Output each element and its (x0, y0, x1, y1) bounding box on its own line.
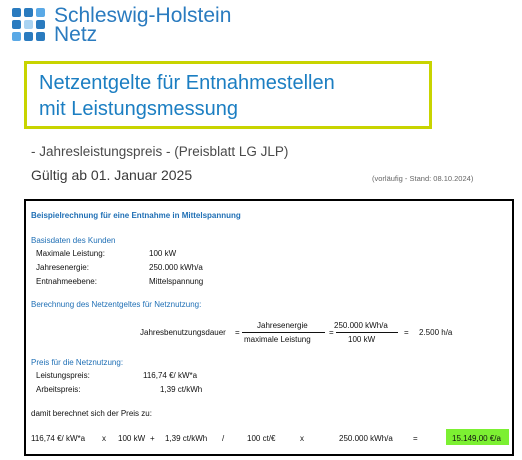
example-calculation-box: Beispielrechnung für eine Entnahme in Mi… (24, 199, 514, 456)
price-label-power: Leistungspreis: (36, 371, 90, 380)
status-note: (vorläufig - Stand: 08.10.2024) (372, 174, 474, 183)
base-label-level: Entnahmeebene: (36, 277, 97, 286)
formula-numerator-2: 250.000 kWh/a (334, 321, 388, 330)
result-total: 15.149,00 €/a (452, 434, 501, 443)
base-label-annual-energy: Jahresenergie: (36, 263, 89, 272)
price-value-power: 116,74 €/ kW*a (143, 371, 198, 380)
formula-equals-3: = (404, 328, 409, 337)
title-frame: Netzentgelte für Entnahmestellen mit Lei… (24, 61, 432, 129)
formula-lhs: Jahresbenutzungsdauer (140, 328, 226, 337)
result-op-divide: / (222, 434, 225, 443)
price-label-energy: Arbeitspreis: (36, 385, 81, 394)
formula-numerator-1: Jahresenergie (257, 321, 308, 330)
base-data-heading: Basisdaten des Kunden (31, 236, 116, 245)
formula-equals-2: = (329, 328, 334, 337)
result-op-times-2: x (300, 434, 304, 443)
base-value-annual-energy: 250.000 kWh/a (149, 263, 203, 272)
formula-equals-1: = (235, 328, 240, 337)
formula-result: 2.500 h/a (419, 328, 453, 337)
calc-heading: Berechnung des Netzentgeltes für Netznut… (31, 300, 202, 309)
result-op-equals: = (413, 434, 418, 443)
formula-denominator-2: 100 kW (348, 335, 376, 344)
fraction-bar-1 (242, 332, 325, 333)
result-op-times-1: x (102, 434, 106, 443)
base-value-level: Mittelspannung (149, 277, 204, 286)
validity-date: Gültig ab 01. Januar 2025 (31, 167, 193, 183)
result-term-ct-per-eur: 100 ct/€ (247, 434, 276, 443)
page-title-line1: Netzentgelte für Entnahmestellen (39, 72, 335, 94)
price-heading: Preis für die Netznutzung: (31, 358, 124, 367)
result-term-power: 100 kW (118, 434, 146, 443)
base-label-max-power: Maximale Leistung: (36, 249, 105, 258)
result-term-energy-price: 1,39 ct/kWh (165, 434, 208, 443)
result-term-energy: 250.000 kWh/a (339, 434, 393, 443)
logo-mark-icon (12, 8, 46, 42)
logo-text: Schleswig-Holstein Netz (54, 5, 231, 46)
base-value-max-power: 100 kW (149, 249, 177, 258)
brand-name-line2: Netz (54, 23, 98, 46)
page-title-line2: mit Leistungsmessung (39, 98, 238, 120)
result-intro: damit berechnet sich der Preis zu: (31, 409, 152, 418)
result-op-plus: + (150, 434, 155, 443)
result-term-power-price: 116,74 €/ kW*a (31, 434, 86, 443)
subtitle: - Jahresleistungspreis - (Preisblatt LG … (31, 144, 289, 159)
price-value-energy: 1,39 ct/kWh (160, 385, 203, 394)
formula-denominator-1: maximale Leistung (244, 335, 311, 344)
fraction-bar-2 (336, 332, 398, 333)
company-logo: Schleswig-Holstein Netz (12, 5, 232, 46)
example-heading: Beispielrechnung für eine Entnahme in Mi… (31, 211, 241, 220)
